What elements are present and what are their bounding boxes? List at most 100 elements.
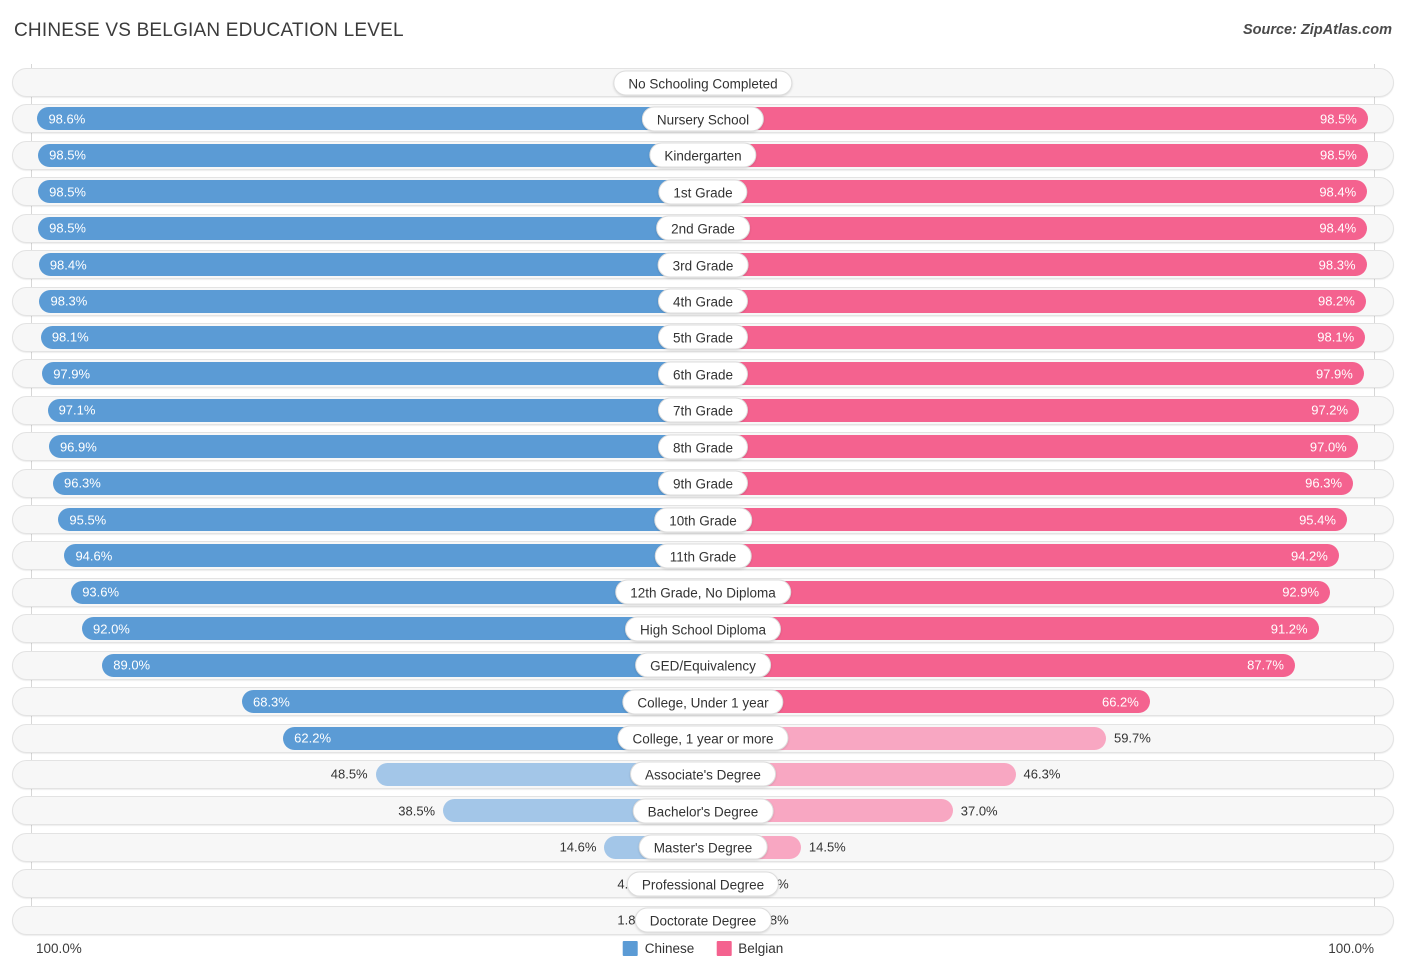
bar-value-belgian: 87.7% <box>1247 657 1284 673</box>
chart-row: 38.5% 37.0% Bachelor's Degree <box>12 796 1394 826</box>
category-label-pill: Nursery School <box>641 106 765 132</box>
bar-value-chinese: 98.5% <box>49 184 86 200</box>
chart-row: 98.6% 98.5% Nursery School <box>12 104 1394 134</box>
bar-belgian: 98.2% <box>703 289 1366 313</box>
chart-row: 14.6% 14.5% Master's Degree <box>12 832 1394 862</box>
bar-chinese: 96.9% <box>48 435 703 459</box>
chart-row: 98.5% 98.4% 2nd Grade <box>12 213 1394 243</box>
bar-chinese: 98.5% <box>38 216 703 240</box>
bar-value-chinese: 96.9% <box>59 439 97 455</box>
chart-row: 98.1% 98.1% 5th Grade <box>12 322 1394 352</box>
chart-row: 68.3% 66.2% College, Under 1 year <box>12 687 1394 717</box>
bar-chinese: 98.4% <box>38 253 703 277</box>
category-label-pill: Kindergarten <box>649 142 757 168</box>
bar-belgian: 98.5% <box>703 107 1368 131</box>
bar-value-belgian: 98.1% <box>1317 329 1355 345</box>
bar-value-chinese: 97.9% <box>53 366 91 382</box>
chart-row: 98.5% 98.4% 1st Grade <box>12 177 1394 207</box>
bar-value-belgian: 46.3% <box>1023 766 1061 782</box>
bar-value-chinese: 38.5% <box>398 803 436 819</box>
bar-belgian: 97.0% <box>703 435 1358 459</box>
bar-value-belgian: 98.2% <box>1317 293 1355 309</box>
legend-label: Belgian <box>738 941 784 956</box>
bar-chinese: 93.6% <box>71 580 703 604</box>
bar-chinese: 98.3% <box>39 289 703 313</box>
category-label-pill: 1st Grade <box>658 179 748 205</box>
category-label-pill: Master's Degree <box>638 834 768 860</box>
category-label-pill: 4th Grade <box>657 288 749 314</box>
chart-row: 1.5%1.6%No Schooling Completed <box>12 68 1394 97</box>
chart-row: 96.3% 96.3% 9th Grade <box>12 468 1394 498</box>
category-label-pill: 12th Grade, No Diploma <box>615 579 791 605</box>
chart-plot-area: 1.5%1.6%No Schooling Completed 98.6% 98.5%… <box>0 62 1406 937</box>
chart-row: 1.8% 1.8% Doctorate Degree <box>12 905 1394 935</box>
bar-value-belgian: 14.5% <box>808 839 846 855</box>
chart-row-inner: 95.5% 95.4% 10th Grade <box>13 506 1393 533</box>
legend-item-chinese[interactable]: Chinese <box>622 941 694 956</box>
legend-swatch-icon <box>622 941 638 956</box>
bar-chinese: 94.6% <box>64 544 703 568</box>
chart-row-inner: 92.0% 91.2% High School Diploma <box>13 615 1393 642</box>
bar-belgian: 92.9% <box>703 580 1331 604</box>
category-label-pill: 11th Grade <box>654 543 752 569</box>
chart-row-inner: 97.9% 97.9% 6th Grade <box>13 360 1393 387</box>
bar-value-chinese: 92.0% <box>93 621 130 637</box>
chart-row: 96.9% 97.0% 8th Grade <box>12 432 1394 462</box>
chart-legend: Chinese Belgian <box>622 941 783 956</box>
axis-max-label-left: 100.0% <box>36 941 82 956</box>
category-label-pill: 7th Grade <box>657 397 749 423</box>
chart-row-inner: 89.0% 87.7% GED/Equivalency <box>13 652 1393 679</box>
chart-row-inner: 98.5% 98.5% Kindergarten <box>13 142 1393 169</box>
category-label-pill: 6th Grade <box>657 361 749 387</box>
bar-value-belgian: 98.3% <box>1318 257 1356 273</box>
bar-value-chinese: 98.6% <box>48 111 86 127</box>
bar-belgian: 98.3% <box>703 253 1367 277</box>
page-title: CHINESE VS BELGIAN EDUCATION LEVEL <box>14 20 404 41</box>
category-label-pill: 10th Grade <box>654 507 752 533</box>
bar-belgian: 95.4% <box>703 508 1347 532</box>
category-label-pill: 5th Grade <box>657 324 749 350</box>
bar-value-belgian: 92.9% <box>1282 584 1320 600</box>
category-label-pill: Doctorate Degree <box>634 907 772 933</box>
category-label-pill: 9th Grade <box>657 470 749 496</box>
chart-row: 98.3% 98.2% 4th Grade <box>12 286 1394 316</box>
bar-chinese: 98.5% <box>38 143 703 167</box>
chart-row-inner: 96.9% 97.0% 8th Grade <box>13 433 1393 460</box>
bar-chinese: 97.1% <box>47 398 703 422</box>
chart-row-inner: 68.3% 66.2% College, Under 1 year <box>13 688 1393 715</box>
chart-row-inner: 98.1% 98.1% 5th Grade <box>13 324 1393 351</box>
category-label-pill: 8th Grade <box>657 434 749 460</box>
axis-max-label-right: 100.0% <box>1328 941 1374 956</box>
bar-value-belgian: 66.2% <box>1101 694 1139 710</box>
chart-row-inner: 98.6% 98.5% Nursery School <box>13 105 1393 132</box>
bar-belgian: 98.5% <box>703 143 1368 167</box>
chart-row: 89.0% 87.7% GED/Equivalency <box>12 650 1394 680</box>
bar-chinese: 98.6% <box>37 107 703 131</box>
bar-belgian: 91.2% <box>703 617 1319 641</box>
bar-chinese: 95.5% <box>58 508 703 532</box>
chart-row-inner: 98.5% 98.4% 1st Grade <box>13 178 1393 205</box>
bar-value-chinese: 89.0% <box>113 657 151 673</box>
chart-page: CHINESE VS BELGIAN EDUCATION LEVEL Sourc… <box>0 0 1406 975</box>
legend-item-belgian[interactable]: Belgian <box>716 941 783 956</box>
category-label-pill: No Schooling Completed <box>613 70 793 95</box>
bar-belgian: 96.3% <box>703 471 1354 495</box>
bar-belgian: 97.9% <box>703 362 1364 386</box>
bar-belgian: 94.2% <box>703 544 1339 568</box>
bar-belgian: 98.4% <box>703 180 1368 204</box>
category-label-pill: 2nd Grade <box>656 215 750 241</box>
chart-row: 98.5% 98.5% Kindergarten <box>12 140 1394 170</box>
bar-value-belgian: 98.5% <box>1320 111 1357 127</box>
bar-value-chinese: 97.1% <box>58 402 96 418</box>
bar-value-chinese: 93.6% <box>82 584 120 600</box>
bar-value-belgian: 97.0% <box>1309 439 1347 455</box>
bar-value-chinese: 98.5% <box>49 147 86 163</box>
bar-belgian: 98.1% <box>703 325 1366 349</box>
category-label-pill: 3rd Grade <box>657 252 749 278</box>
bar-value-belgian: 98.4% <box>1319 220 1357 236</box>
bar-value-chinese: 48.5% <box>330 766 368 782</box>
bar-chinese: 98.5% <box>38 180 703 204</box>
chart-row-inner: 14.6% 14.5% Master's Degree <box>13 834 1393 861</box>
category-label-pill: Bachelor's Degree <box>632 798 774 824</box>
chart-row: 94.6% 94.2% 11th Grade <box>12 541 1394 571</box>
